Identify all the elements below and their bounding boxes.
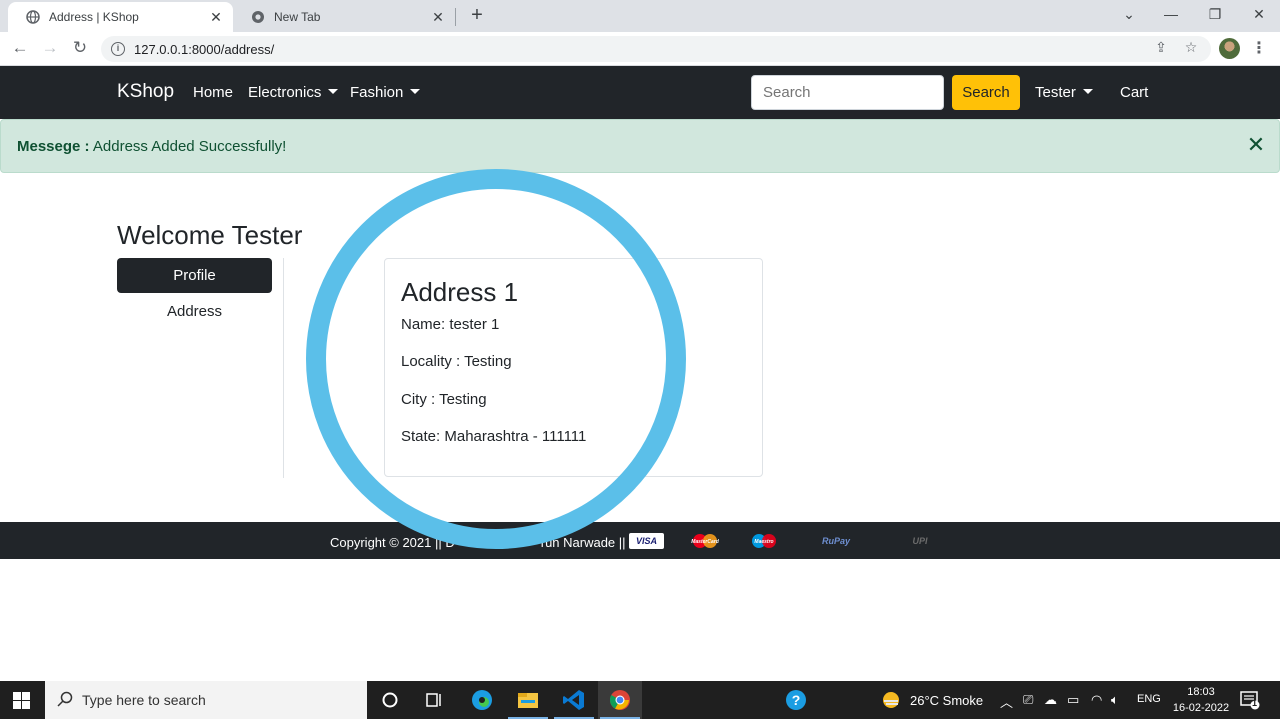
svg-text:?: ? bbox=[792, 692, 801, 708]
help-icon[interactable]: ? bbox=[784, 689, 808, 711]
maestro-logo: Maestro bbox=[745, 533, 783, 549]
nav-home-label: Home bbox=[193, 84, 234, 101]
address-link[interactable]: Address bbox=[117, 303, 272, 320]
nav-electronics-label: Electronics bbox=[248, 84, 322, 101]
copyright-end: run Narwade || bbox=[540, 535, 626, 550]
windows-taskbar: Type here to search ? 26°C Smoke ︿ ⎚ ☁ ▭… bbox=[0, 681, 1280, 719]
visa-logo: VISA bbox=[629, 533, 664, 549]
taskbar-search-input[interactable]: Type here to search bbox=[45, 681, 367, 719]
close-icon[interactable]: ✕ bbox=[1246, 134, 1266, 156]
weather-text[interactable]: 26°C Smoke bbox=[910, 693, 983, 708]
profile-avatar[interactable] bbox=[1219, 38, 1240, 59]
back-arrow-icon[interactable]: ← bbox=[10, 38, 30, 58]
system-clock[interactable]: 18:03 16-02-2022 bbox=[1172, 684, 1230, 716]
minimize-button[interactable]: — bbox=[1160, 4, 1182, 24]
nav-fashion-dropdown[interactable]: Fashion bbox=[350, 84, 421, 101]
notification-count: 1 bbox=[1252, 698, 1258, 708]
site-footer: Copyright © 2021 || D run Narwade || VISA… bbox=[0, 522, 1280, 559]
tab-new-tab[interactable]: New Tab ✕ bbox=[233, 2, 455, 32]
vscode-icon[interactable] bbox=[562, 689, 586, 711]
site-info-icon[interactable]: i bbox=[111, 42, 125, 56]
globe-icon bbox=[26, 10, 40, 24]
user-menu-label: Tester bbox=[1035, 84, 1076, 101]
clock-date: 16-02-2022 bbox=[1172, 702, 1230, 714]
browser-toolbar: ← → ↻ i 127.0.0.1:8000/address/ ⇪ ☆ bbox=[0, 32, 1280, 66]
tab-title: New Tab bbox=[274, 10, 321, 24]
chrome-icon bbox=[251, 10, 265, 24]
nav-home-link[interactable]: Home bbox=[193, 84, 233, 101]
restore-button[interactable]: ❐ bbox=[1204, 4, 1226, 24]
caret-down-icon bbox=[1082, 89, 1093, 94]
close-window-button[interactable]: ✕ bbox=[1248, 4, 1270, 24]
reload-icon[interactable]: ↻ bbox=[70, 38, 90, 58]
new-tab-button[interactable]: + bbox=[466, 4, 488, 26]
volume-icon[interactable]: 🔈︎ bbox=[1111, 692, 1119, 708]
tab-search-chevron-icon[interactable]: ⌄ bbox=[1118, 4, 1140, 24]
alert-message: Address Added Successfully! bbox=[92, 138, 287, 155]
windows-start-icon[interactable] bbox=[13, 692, 30, 709]
success-alert: Messege : Address Added Successfully! bbox=[0, 119, 1280, 173]
nav-electronics-dropdown[interactable]: Electronics bbox=[248, 84, 339, 101]
language-indicator[interactable]: ENG bbox=[1137, 693, 1161, 705]
caret-down-icon bbox=[410, 89, 421, 94]
rupay-logo: RuPay bbox=[821, 536, 850, 546]
edge-icon[interactable] bbox=[470, 689, 494, 711]
address-city: City : Testing bbox=[401, 391, 487, 408]
tab-title: Address | KShop bbox=[49, 10, 139, 24]
cortana-icon[interactable] bbox=[378, 689, 402, 711]
battery-icon[interactable]: ▭ bbox=[1067, 692, 1079, 708]
forward-arrow-icon[interactable]: → bbox=[40, 38, 60, 58]
profile-button[interactable]: Profile bbox=[117, 258, 272, 293]
bookmark-star-icon[interactable]: ☆ bbox=[1182, 39, 1200, 57]
chrome-taskbar-button[interactable] bbox=[598, 681, 642, 719]
upi-logo: UPI bbox=[912, 536, 928, 546]
chrome-icon bbox=[609, 690, 630, 710]
url-bar[interactable]: i 127.0.0.1:8000/address/ bbox=[101, 36, 1211, 62]
cart-link[interactable]: Cart bbox=[1120, 84, 1148, 101]
svg-text:MasterCard: MasterCard bbox=[691, 539, 719, 545]
address-name: Name: tester 1 bbox=[401, 316, 500, 333]
search-button[interactable]: Search bbox=[952, 75, 1020, 110]
search-input[interactable] bbox=[751, 75, 944, 110]
clock-time: 18:03 bbox=[1187, 686, 1215, 698]
file-explorer-icon[interactable] bbox=[516, 689, 540, 711]
tab-address-kshop[interactable]: Address | KShop ✕ bbox=[8, 2, 233, 32]
address-card: Address 1 Name: tester 1 Locality : Test… bbox=[384, 258, 763, 477]
share-icon[interactable]: ⇪ bbox=[1152, 39, 1170, 57]
notification-icon[interactable]: 1 bbox=[1239, 690, 1261, 712]
close-tab-icon[interactable]: ✕ bbox=[209, 10, 223, 24]
address-card-title: Address 1 bbox=[401, 277, 519, 307]
tray-chevron-up-icon[interactable]: ︿ bbox=[1000, 692, 1013, 711]
caret-down-icon bbox=[328, 89, 339, 94]
close-tab-icon[interactable]: ✕ bbox=[431, 10, 445, 24]
tab-separator bbox=[455, 8, 456, 26]
taskbar-search-placeholder: Type here to search bbox=[82, 692, 206, 708]
copyright-start: Copyright © 2021 || D bbox=[330, 535, 455, 550]
onedrive-cloud-icon[interactable]: ☁ bbox=[1044, 692, 1057, 708]
alert-label: Messege : bbox=[17, 138, 90, 155]
mastercard-logo: MasterCard bbox=[685, 533, 725, 549]
svg-text:Maestro: Maestro bbox=[754, 539, 773, 545]
user-menu-dropdown[interactable]: Tester bbox=[1035, 84, 1093, 101]
address-state: State: Maharashtra - 111111 bbox=[401, 428, 587, 445]
browser-menu-icon[interactable]: ⋮ bbox=[1251, 38, 1267, 60]
weather-sun-icon[interactable] bbox=[881, 690, 901, 712]
site-navbar: KShop Home Electronics Fashion Search Te… bbox=[0, 66, 1280, 119]
sidebar-divider bbox=[283, 258, 284, 478]
brand-logo[interactable]: KShop bbox=[117, 81, 174, 103]
task-view-icon[interactable] bbox=[422, 689, 446, 711]
meet-now-icon[interactable]: ⎚ bbox=[1023, 692, 1033, 708]
copyright-text: Copyright © 2021 || D run Narwade || bbox=[330, 535, 626, 550]
address-locality: Locality : Testing bbox=[401, 353, 512, 370]
search-icon bbox=[57, 691, 73, 707]
nav-fashion-label: Fashion bbox=[350, 84, 404, 101]
wifi-icon[interactable]: ◠ bbox=[1091, 692, 1102, 708]
url-text: 127.0.0.1:8000/address/ bbox=[134, 41, 275, 57]
browser-tab-strip: Address | KShop ✕ New Tab ✕ + ⌄ — ❐ ✕ bbox=[0, 0, 1280, 32]
page-title: Welcome Tester bbox=[117, 220, 303, 250]
